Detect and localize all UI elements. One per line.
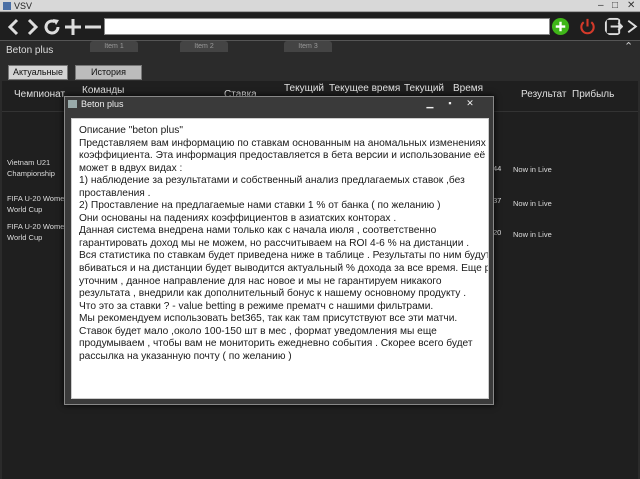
dialog-description: Описание "beton plus" Представляем вам и… xyxy=(71,118,489,399)
scroll-icon[interactable]: ⌃ xyxy=(624,40,633,53)
description-line: Мы рекомендуем использовать bet365, так … xyxy=(79,313,458,325)
os-titlebar: VSV – □ ✕ xyxy=(0,0,640,12)
column-header: Чемпионат xyxy=(14,89,66,100)
description-line: Ставок будет мало ,около 100-150 шт в ме… xyxy=(79,325,437,337)
forward-icon[interactable] xyxy=(22,17,42,37)
app-icon xyxy=(3,2,11,10)
championship-cell: FIFA U-20 Women World Cup xyxy=(7,194,69,214)
tab-actual[interactable]: Актуальные xyxy=(8,65,68,80)
result-cell: Now in Live xyxy=(513,165,552,174)
new-tab-icon[interactable] xyxy=(63,17,83,37)
description-line: Данная система внедрена нами только как … xyxy=(79,225,437,237)
description-line: Описание "beton plus" xyxy=(79,125,183,136)
dialog-app-icon xyxy=(68,100,77,108)
dialog-title: Beton plus xyxy=(81,99,124,109)
description-line: уточним , данное направление для нас нов… xyxy=(79,275,442,287)
description-line: рассылка на указанную почту ( по желанию… xyxy=(79,350,292,362)
description-line: результата , внедрили как дополнительный… xyxy=(79,288,467,300)
browser-tab[interactable]: Item 1 xyxy=(90,41,138,52)
column-header: Время xyxy=(453,83,484,94)
time-cell: 44 xyxy=(493,164,502,173)
result-cell: Now in Live xyxy=(513,230,552,239)
description-line: 2) Проставление на предлагаемые нами ста… xyxy=(79,200,441,212)
main-window-title: Beton plus xyxy=(6,45,54,56)
description-line: 1) наблюдение за результатами и собствен… xyxy=(79,175,465,187)
minimize-icon[interactable]: – xyxy=(598,0,604,12)
championship-cell: Vietnam U21 Championship xyxy=(7,158,55,178)
close-tab-icon[interactable] xyxy=(83,17,103,37)
time-cell: 37 xyxy=(493,196,502,205)
description-line: вбиваться и на дистанции будет выводится… xyxy=(79,263,489,275)
dialog-close-icon[interactable]: ✕ xyxy=(463,97,477,109)
reload-icon[interactable] xyxy=(42,17,62,37)
description-line: гарантировать доход мы не можем, но расс… xyxy=(79,237,470,249)
info-dialog: Beton plus ▁ ▪ ✕ Описание "beton plus" П… xyxy=(64,96,494,405)
column-header: Результат xyxy=(521,89,567,100)
tab-history[interactable]: История xyxy=(75,65,142,80)
logout-icon[interactable] xyxy=(604,17,623,36)
add-icon[interactable] xyxy=(551,17,570,36)
description-line: Представляем вам информацию по ставкам о… xyxy=(79,137,486,149)
description-line: проставления . xyxy=(79,187,151,199)
dialog-maximize-icon[interactable]: ▪ xyxy=(443,97,457,109)
browser-tab[interactable]: Item 3 xyxy=(284,41,332,52)
dialog-minimize-icon[interactable]: ▁ xyxy=(423,97,437,109)
os-window-title: VSV xyxy=(14,1,33,11)
back-icon[interactable] xyxy=(4,17,24,37)
description-line: Что это за ставки ? - value betting в ре… xyxy=(79,300,434,312)
description-line: может в вдвух видах : xyxy=(79,162,183,174)
url-input[interactable] xyxy=(104,18,550,35)
close-icon[interactable]: ✕ xyxy=(627,0,635,12)
description-line: Вся статистика по ставкам будет приведен… xyxy=(79,250,489,262)
result-cell: Now in Live xyxy=(513,199,552,208)
column-header: Текущий xyxy=(404,83,444,94)
maximize-icon[interactable]: □ xyxy=(612,0,618,12)
browser-toolbar xyxy=(0,13,640,41)
description-line: Они основаны на падениях коэффициентов в… xyxy=(79,212,397,224)
description-line: коэффициента. Эта информация предоставля… xyxy=(79,150,486,162)
browser-tab[interactable]: Item 2 xyxy=(180,41,228,52)
menu-icon[interactable] xyxy=(626,17,640,36)
time-cell: 20 xyxy=(493,228,502,237)
column-header: Текущий xyxy=(284,83,324,94)
column-header: Прибыль xyxy=(572,89,615,100)
column-header: Текущее время xyxy=(329,83,401,94)
championship-cell: FIFA U-20 Women World Cup xyxy=(7,222,69,242)
power-icon[interactable] xyxy=(578,17,597,36)
description-line: продумываем , чтобы вам не мониторить еж… xyxy=(79,338,473,350)
